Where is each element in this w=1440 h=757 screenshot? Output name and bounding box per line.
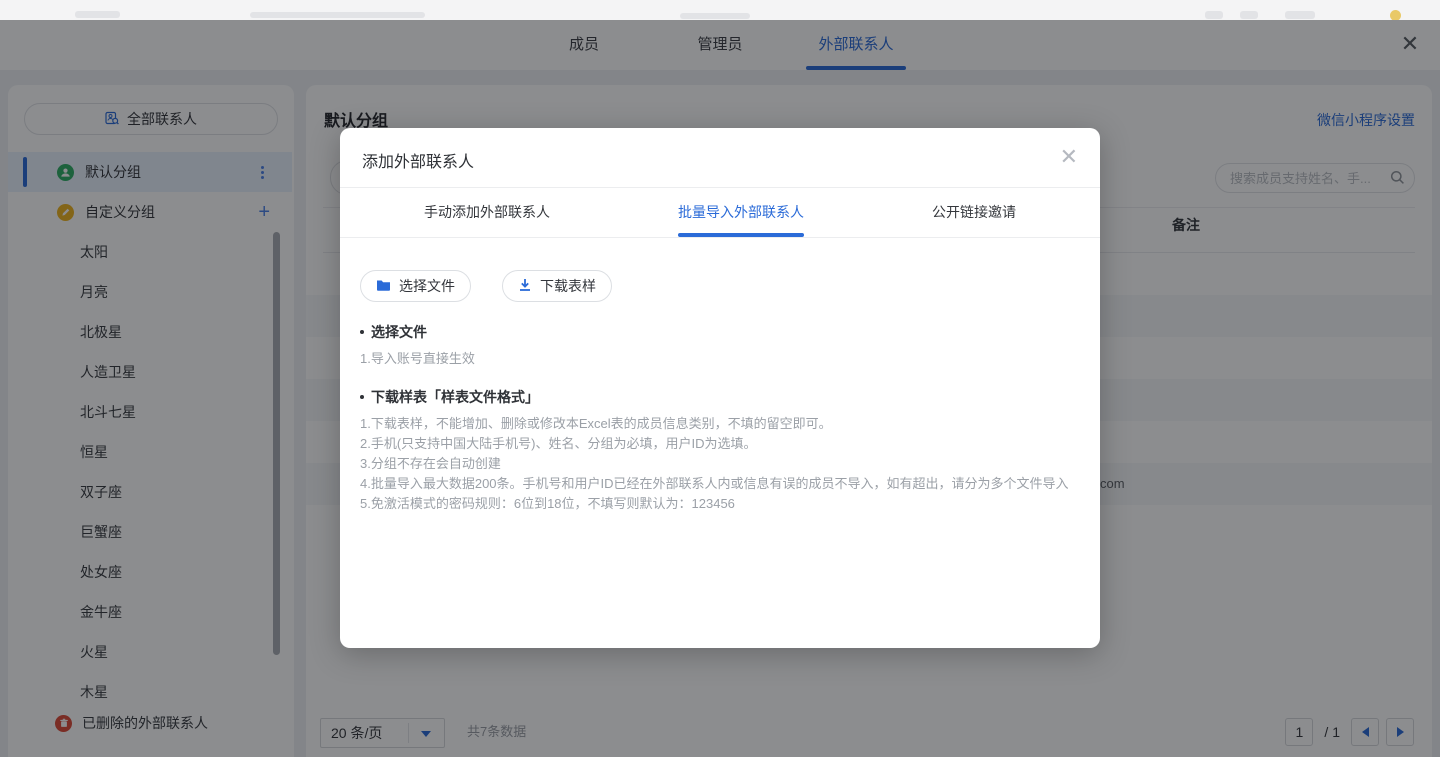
download-icon [518, 278, 532, 295]
chrome-remnant [75, 11, 120, 18]
instruction-line: 1.导入账号直接生效 [360, 349, 1080, 369]
choose-file-button[interactable]: 选择文件 [360, 270, 471, 302]
modal-actions: 选择文件 下载表样 [360, 270, 1080, 302]
section-lines: 1.导入账号直接生效 [360, 349, 1080, 369]
section-heading-text: 选择文件 [371, 322, 427, 342]
close-icon[interactable]: ✕ [1060, 144, 1078, 170]
section-heading-download-template: 下载样表「样表文件格式」 [360, 387, 1080, 407]
modal-header: 添加外部联系人 ✕ [340, 128, 1100, 188]
section-lines: 1.下载表样，不能增加、删除或修改本Excel表的成员信息类别，不填的留空即可。… [360, 414, 1080, 514]
bullet-icon [360, 395, 364, 399]
chrome-remnant [250, 12, 425, 18]
instruction-line: 3.分组不存在会自动创建 [360, 454, 1080, 474]
instruction-line: 5.免激活模式的密码规则：6位到18位，不填写则默认为：123456 [360, 494, 1080, 514]
tab-public-link-invite[interactable]: 公开链接邀请 [932, 188, 1016, 237]
modal-tabs: 手动添加外部联系人 批量导入外部联系人 公开链接邀请 [340, 188, 1100, 238]
download-template-button[interactable]: 下载表样 [502, 270, 612, 302]
instruction-line: 1.下载表样，不能增加、删除或修改本Excel表的成员信息类别，不填的留空即可。 [360, 414, 1080, 434]
section-heading-text: 下载样表「样表文件格式」 [371, 387, 539, 407]
modal-title: 添加外部联系人 [362, 148, 474, 172]
chrome-remnant [1285, 11, 1315, 19]
download-template-label: 下载表样 [540, 276, 596, 296]
browser-chrome-strip [0, 0, 1440, 20]
folder-icon [376, 278, 391, 295]
chrome-remnant [1240, 11, 1258, 19]
tab-manual-add[interactable]: 手动添加外部联系人 [424, 188, 550, 237]
instruction-line: 4.批量导入最大数据200条。手机号和用户ID已经在外部联系人内或信息有误的成员… [360, 474, 1080, 494]
instruction-line: 2.手机(只支持中国大陆手机号)、姓名、分组为必填，用户ID为选填。 [360, 434, 1080, 454]
choose-file-label: 选择文件 [399, 276, 455, 296]
bullet-icon [360, 330, 364, 334]
chrome-remnant [1205, 11, 1223, 19]
section-heading-choose-file: 选择文件 [360, 322, 1080, 342]
tab-batch-import[interactable]: 批量导入外部联系人 [678, 188, 804, 237]
add-external-contact-modal: 添加外部联系人 ✕ 手动添加外部联系人 批量导入外部联系人 公开链接邀请 选择文… [340, 128, 1100, 648]
chrome-remnant [680, 13, 750, 19]
modal-body: 选择文件 下载表样 选择文件 1.导入账号直接生效 下载样表「样表文件格式」 [340, 238, 1100, 514]
